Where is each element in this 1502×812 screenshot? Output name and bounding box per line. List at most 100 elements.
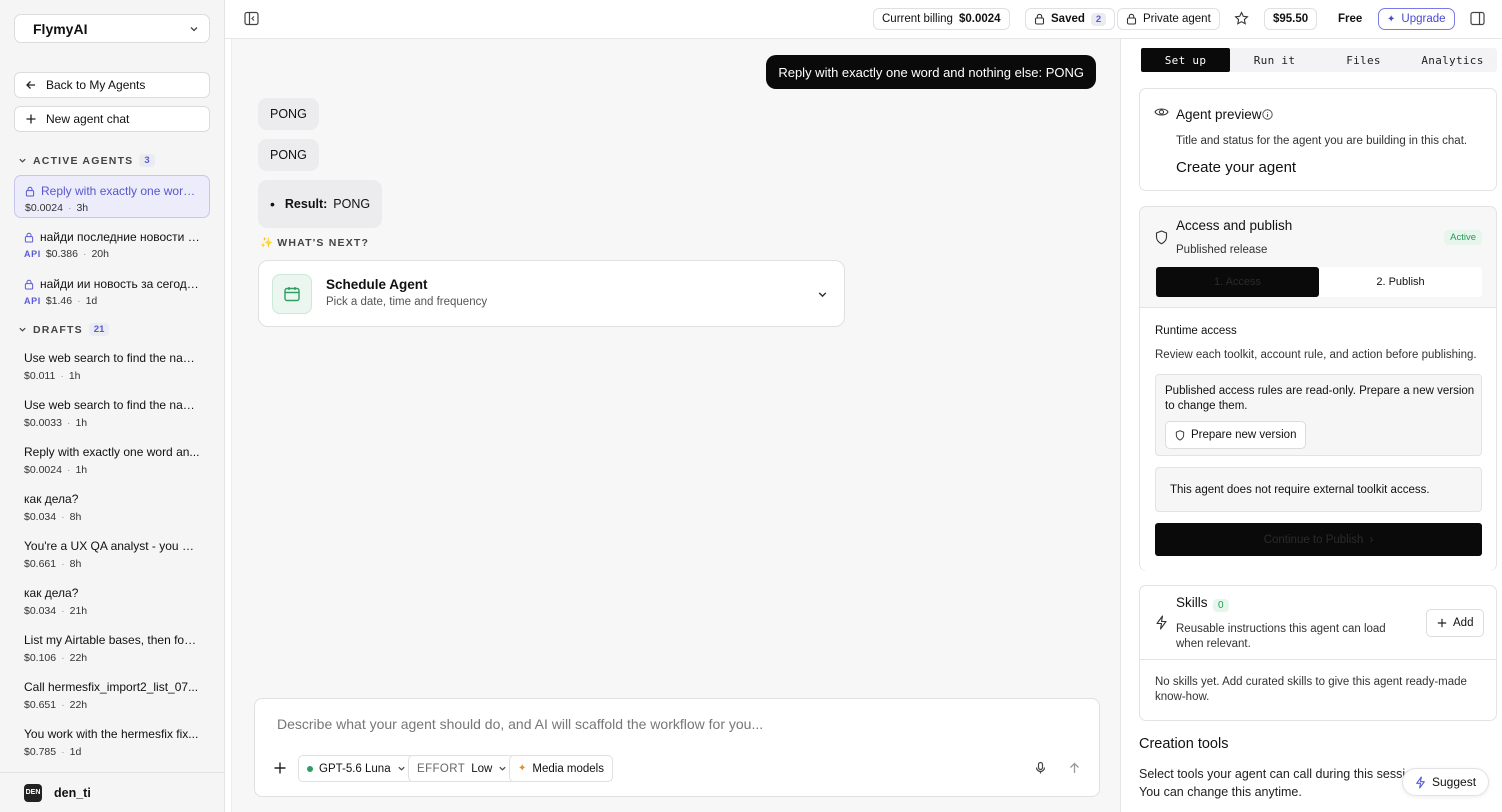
- agent-title-row: найди последние новости з...: [24, 230, 200, 244]
- draft-time: 1h: [75, 417, 88, 429]
- active-agent-item[interactable]: Reply with exactly one word ... $0.0024 · 3…: [14, 175, 210, 218]
- tab-setup[interactable]: Set up: [1141, 48, 1230, 72]
- draft-meta: $0.661 · 8h: [24, 558, 200, 570]
- upgrade-label: Upgrade: [1401, 13, 1446, 25]
- agent-cost: $0.386: [45, 248, 78, 260]
- access-subtitle: Published release: [1176, 244, 1268, 256]
- chevron-down-icon: [18, 325, 27, 334]
- draft-item[interactable]: как дела? $0.034 · 8h: [14, 489, 210, 529]
- agent-meta: API $0.386 · 20h: [24, 248, 200, 260]
- user-profile[interactable]: DEN den_ti: [0, 772, 224, 812]
- composer-input[interactable]: Describe what your agent should do, and …: [277, 716, 763, 732]
- agent-time: 1d: [85, 295, 98, 307]
- separator-dot: ·: [61, 511, 65, 523]
- no-toolkit-note: This agent does not require external too…: [1155, 467, 1482, 512]
- agent-preview-card: Agent preview Title and status for the a…: [1139, 88, 1497, 191]
- separator-dot: ·: [61, 699, 65, 711]
- sidebar-toggle-icon[interactable]: [244, 11, 259, 26]
- add-skill-button[interactable]: Add: [1426, 609, 1485, 637]
- plus-icon[interactable]: [273, 761, 287, 775]
- skills-desc: Reusable instructions this agent can loa…: [1176, 623, 1386, 650]
- agent-title: найди последние новости з...: [40, 230, 200, 244]
- draft-time: 1h: [68, 370, 81, 382]
- tab-analytics[interactable]: Analytics: [1408, 48, 1497, 72]
- tab-run[interactable]: Run it: [1230, 48, 1319, 72]
- draft-item[interactable]: Call hermesfix_import2_list_07... $0.651 ·…: [14, 677, 210, 717]
- skills-count: 0: [1213, 599, 1229, 612]
- separator-dot: ·: [67, 202, 72, 214]
- add-label: Add: [1453, 617, 1474, 629]
- model-selector[interactable]: GPT-5.6 Luna: [298, 755, 415, 782]
- chevron-down-icon[interactable]: [817, 289, 828, 300]
- draft-time: 8h: [69, 558, 82, 570]
- creation-tools-desc: Select tools your agent can call during …: [1139, 767, 1423, 799]
- active-agents-header[interactable]: ACTIVE AGENTS 3: [18, 154, 155, 167]
- agent-title: найди ии новость за сегодн...: [40, 277, 200, 291]
- schedule-agent-card[interactable]: Schedule Agent Pick a date, time and fre…: [258, 260, 845, 327]
- draft-item[interactable]: как дела? $0.034 · 21h: [14, 583, 210, 623]
- prepare-version-button[interactable]: Prepare new version: [1165, 421, 1307, 449]
- divider: [1140, 659, 1496, 660]
- media-models-button[interactable]: ✦ Media models: [509, 755, 613, 782]
- microphone-icon[interactable]: [1034, 761, 1047, 775]
- section-label: DRAFTS: [33, 323, 83, 336]
- back-label: Back to My Agents: [46, 78, 146, 92]
- drafts-header[interactable]: DRAFTS 21: [18, 323, 110, 336]
- suggest-button[interactable]: Suggest: [1402, 768, 1490, 796]
- whats-next-label: WHAT'S NEXT?: [277, 237, 370, 249]
- draft-title: Use web search to find the nam...: [24, 398, 200, 412]
- runtime-desc: Review each toolkit, account rule, and a…: [1155, 349, 1477, 361]
- schedule-subtitle: Pick a date, time and frequency: [326, 296, 488, 308]
- plan-label: Free: [1330, 8, 1371, 30]
- sidebar: FlymyAI Back to My Agents New agent chat…: [0, 0, 225, 812]
- active-agent-item[interactable]: найди последние новости з... API $0.386 · 20…: [14, 223, 210, 266]
- agent-meta: API $1.46 · 1d: [24, 295, 200, 307]
- composer: Describe what your agent should do, and …: [254, 698, 1100, 797]
- balance-value: $95.50: [1273, 13, 1309, 25]
- saved-pill[interactable]: Saved 2: [1025, 8, 1116, 30]
- step-publish[interactable]: 2. Publish: [1319, 267, 1482, 297]
- private-agent-pill[interactable]: Private agent: [1117, 8, 1220, 30]
- draft-item[interactable]: Reply with exactly one word an... $0.0024…: [14, 442, 210, 482]
- draft-item[interactable]: Use web search to find the nam... $0.0033…: [14, 395, 210, 435]
- access-publish-card: Access and publish Published release Act…: [1139, 206, 1497, 571]
- chevron-right-icon: ›: [1369, 533, 1374, 546]
- eye-icon: [1154, 106, 1169, 118]
- separator-dot: ·: [82, 248, 87, 260]
- shield-icon: [1155, 230, 1168, 245]
- back-to-agents-button[interactable]: Back to My Agents: [14, 72, 210, 98]
- count-badge: 3: [139, 154, 155, 167]
- preview-title: Agent preview: [1176, 107, 1262, 122]
- draft-title: как дела?: [24, 492, 79, 506]
- draft-item[interactable]: Use web search to find the nam... $0.011 ·…: [14, 348, 210, 388]
- balance-pill[interactable]: $95.50: [1264, 8, 1318, 30]
- draft-title: Reply with exactly one word an...: [24, 445, 200, 459]
- lock-icon: [1034, 13, 1045, 25]
- schedule-title: Schedule Agent: [326, 277, 428, 292]
- tab-files[interactable]: Files: [1319, 48, 1408, 72]
- new-agent-chat-button[interactable]: New agent chat: [14, 106, 210, 132]
- send-arrow-icon[interactable]: [1068, 761, 1081, 775]
- draft-time: 8h: [69, 511, 82, 523]
- chevron-down-icon: [189, 24, 199, 34]
- chat-area: Reply with exactly one word and nothing …: [231, 39, 1120, 812]
- draft-cost: $0.785: [24, 746, 57, 758]
- panel-toggle-icon[interactable]: [1470, 11, 1485, 26]
- draft-item[interactable]: You work with the hermesfix fix... $0.785…: [14, 724, 210, 764]
- effort-selector[interactable]: EFFORT Low: [408, 755, 517, 782]
- continue-publish-button[interactable]: Continue to Publish ›: [1155, 523, 1482, 556]
- active-agent-item[interactable]: найди ии новость за сегодн... API $1.46 · 1d: [14, 270, 210, 313]
- star-icon[interactable]: [1234, 11, 1249, 26]
- draft-cost: $0.0033: [24, 417, 62, 429]
- draft-item[interactable]: List my Airtable bases, then for ... $0.1…: [14, 630, 210, 670]
- workspace-selector[interactable]: FlymyAI: [14, 14, 210, 43]
- draft-item[interactable]: You're a UX QA analyst - you ac... $0.661…: [14, 536, 210, 576]
- upgrade-button[interactable]: ✦ Upgrade: [1378, 8, 1455, 30]
- agent-cost: $0.0024: [25, 202, 63, 214]
- agent-time: 20h: [91, 248, 109, 260]
- step-access[interactable]: 1. Access: [1156, 267, 1319, 297]
- plan-value: Free: [1338, 13, 1363, 25]
- lock-icon: [1126, 13, 1137, 25]
- info-icon[interactable]: [1262, 109, 1273, 120]
- calendar-icon: [272, 274, 312, 314]
